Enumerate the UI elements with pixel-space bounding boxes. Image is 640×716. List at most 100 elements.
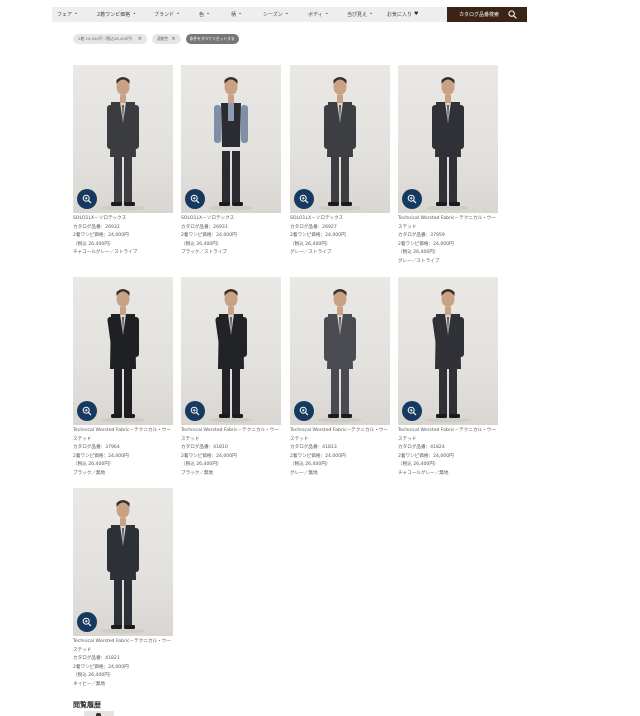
product-color-pattern: グレー／ストライプ bbox=[398, 258, 440, 264]
product-photo[interactable] bbox=[181, 65, 281, 213]
product-photo[interactable] bbox=[398, 65, 498, 213]
product-card[interactable]: Technical Worsted Fabric－テクニカル・ウーステッド カタロ… bbox=[398, 277, 500, 478]
zoom-button[interactable] bbox=[77, 401, 97, 421]
zoom-in-icon bbox=[407, 194, 417, 204]
filter-chip-label: 濃紺色 bbox=[156, 36, 169, 41]
product-photo[interactable] bbox=[398, 277, 498, 425]
product-code: カタログ品番：26932 bbox=[73, 224, 120, 230]
chevron-down-icon: ⌄ bbox=[176, 10, 181, 16]
zoom-button[interactable] bbox=[402, 401, 422, 421]
product-card[interactable]: Technical Worsted Fabric－テクニカル・ウーステッド カタロ… bbox=[290, 277, 392, 478]
product-code: カタログ品番：41810 bbox=[181, 445, 228, 450]
product-code: カタログ品番：26931 bbox=[181, 224, 228, 230]
product-card[interactable]: Technical Worsted Fabric－テクニカル・ウーステッド カタロ… bbox=[181, 277, 283, 478]
filter-chip-color[interactable]: 濃紺色 × bbox=[151, 34, 181, 44]
product-code: カタログ品番：41821 bbox=[73, 656, 120, 661]
nav-item[interactable]: ブランド ⌄ bbox=[154, 7, 199, 22]
zoom-in-icon bbox=[190, 194, 200, 204]
nav-item[interactable]: 当ぴ見え ⌄ bbox=[347, 7, 387, 22]
product-card[interactable]: Technical Worsted Fabric－テクニカル・ウーステッド カタロ… bbox=[73, 488, 175, 689]
zoom-button[interactable] bbox=[77, 612, 97, 632]
zoom-button[interactable] bbox=[294, 401, 314, 421]
product-name[interactable]: Technical Worsted Fabric－テクニカル・ウーステッド bbox=[73, 638, 175, 655]
product-name[interactable]: SOLO1LX－ソロテックス bbox=[73, 215, 175, 224]
chevron-down-icon: ⌄ bbox=[132, 10, 137, 16]
product-price: 2着ワンピ価格：24,000円 bbox=[73, 664, 129, 670]
product-photo[interactable] bbox=[290, 65, 390, 213]
zoom-button[interactable] bbox=[185, 401, 205, 421]
filter-chip-label: 2着 24,000円（税込26,400円） bbox=[78, 36, 135, 41]
product-color-pattern: チャコールグレー／ストライプ bbox=[73, 250, 138, 255]
nav-item-label: 当ぴ見え bbox=[347, 12, 368, 18]
product-photo[interactable] bbox=[73, 488, 173, 636]
product-name[interactable]: Technical Worsted Fabric－テクニカル・ウーステッド bbox=[290, 427, 392, 444]
product-code: カタログ品番：41813 bbox=[290, 445, 337, 450]
nav-item[interactable]: お気に入り ♥ bbox=[387, 7, 419, 22]
product-name[interactable]: Technical Worsted Fabric－テクニカル・ウーステッド bbox=[398, 427, 500, 444]
zoom-button[interactable] bbox=[402, 189, 422, 209]
nav-item-label: 柄 bbox=[231, 12, 237, 18]
product-tax-price: （税込 26,400円） bbox=[290, 241, 331, 247]
zoom-in-icon bbox=[299, 406, 309, 416]
product-price: 2着ワンピ価格：24,000円 bbox=[73, 233, 129, 238]
chevron-down-icon: ⌄ bbox=[284, 10, 289, 16]
search-icon bbox=[508, 10, 517, 19]
nav-item-label: 色 bbox=[199, 12, 205, 18]
product-card[interactable]: Technical Worsted Fabric－テクニカル・ウーステッド カタロ… bbox=[398, 65, 500, 266]
product-photo[interactable] bbox=[73, 277, 173, 425]
nav-item[interactable]: 色 ⌄ bbox=[199, 7, 231, 22]
product-color-pattern: ブラック／無地 bbox=[73, 470, 106, 476]
product-info: SOLO1LX－ソロテックス カタログ品番：26927 2着ワンピ価格：24,000… bbox=[290, 215, 392, 258]
product-info: SOLO1LX－ソロテックス カタログ品番：26931 2着ワンピ価格：24,000… bbox=[181, 215, 283, 258]
product-name[interactable]: Technical Worsted Fabric－テクニカル・ウーステッド bbox=[398, 215, 500, 232]
product-card[interactable]: SOLO1LX－ソロテックス カタログ品番：26931 2着ワンピ価格：24,000… bbox=[181, 65, 283, 258]
product-name[interactable]: SOLO1LX－ソロテックス bbox=[181, 215, 283, 224]
product-name[interactable]: Technical Worsted Fabric－テクニカル・ウーステッド bbox=[73, 427, 175, 444]
catalog-search-button[interactable]: カタログ品番検索 bbox=[447, 7, 527, 22]
nav-item-label: ブランド bbox=[154, 12, 175, 18]
product-info: Technical Worsted Fabric－テクニカル・ウーステッド カタロ… bbox=[181, 427, 283, 478]
product-price: 2着ワンピ価格：24,000円 bbox=[398, 241, 454, 247]
filter-chip-price[interactable]: 2着 24,000円（税込26,400円） × bbox=[73, 34, 147, 44]
category-navbar: フェア ⌄ 2着ワンピ価格 ⌄ ブランド ⌄ 色 ⌄ 柄 ⌄ シーズン ⌄ ボディ ⌄ 当ぴ見え ⌄ お気に入り… bbox=[52, 7, 527, 22]
zoom-in-icon bbox=[407, 406, 417, 416]
product-price: 2着ワンピ価格：24,000円 bbox=[181, 233, 237, 238]
zoom-button[interactable] bbox=[185, 189, 205, 209]
product-photo[interactable] bbox=[73, 65, 173, 213]
zoom-button[interactable] bbox=[77, 189, 97, 209]
product-name[interactable]: SOLO1LX－ソロテックス bbox=[290, 215, 392, 224]
product-color-pattern: チャコールグレー／無地 bbox=[398, 470, 449, 476]
product-card[interactable]: SOLO1LX－ソロテックス カタログ品番：26932 2着ワンピ価格：24,000… bbox=[73, 65, 175, 258]
product-info: Technical Worsted Fabric－テクニカル・ウーステッド カタロ… bbox=[73, 638, 175, 689]
chevron-down-icon: ⌄ bbox=[324, 10, 329, 16]
close-icon[interactable]: × bbox=[171, 36, 175, 42]
heart-icon: ♥ bbox=[414, 11, 419, 17]
product-card[interactable]: SOLO1LX－ソロテックス カタログ品番：26927 2着ワンピ価格：24,000… bbox=[290, 65, 392, 258]
product-tax-price: （税込 26,400円） bbox=[290, 462, 331, 467]
nav-item-label: 2着ワンピ価格 bbox=[97, 12, 131, 18]
nav-item[interactable]: 柄 ⌄ bbox=[231, 7, 263, 22]
nav-item[interactable]: フェア ⌄ bbox=[57, 7, 97, 22]
product-color-pattern: ネイビー／無地 bbox=[73, 681, 106, 687]
nav-item[interactable]: 2着ワンピ価格 ⌄ bbox=[97, 7, 154, 22]
product-photo[interactable] bbox=[181, 277, 281, 425]
close-icon[interactable]: × bbox=[138, 36, 142, 42]
product-name[interactable]: Technical Worsted Fabric－テクニカル・ウーステッド bbox=[181, 427, 283, 444]
product-info: SOLO1LX－ソロテックス カタログ品番：26932 2着ワンピ価格：24,000… bbox=[73, 215, 175, 258]
product-color-pattern: ブラック／無地 bbox=[181, 470, 214, 476]
nav-item[interactable]: シーズン ⌄ bbox=[263, 7, 308, 22]
chevron-down-icon: ⌄ bbox=[74, 10, 79, 16]
nav-item-label: お気に入り bbox=[387, 12, 413, 18]
product-card[interactable]: Technical Worsted Fabric－テクニカル・ウーステッド カタロ… bbox=[73, 277, 175, 478]
reset-filters-button[interactable]: 条件をすべてリセットする bbox=[185, 34, 239, 44]
product-photo[interactable] bbox=[290, 277, 390, 425]
product-code: カタログ品番：41824 bbox=[398, 445, 445, 450]
chevron-down-icon: ⌄ bbox=[206, 10, 211, 16]
nav-item-label: ボディ bbox=[308, 12, 323, 18]
zoom-button[interactable] bbox=[294, 189, 314, 209]
nav-item[interactable]: ボディ ⌄ bbox=[308, 7, 347, 22]
product-tax-price: （税込 26,400円） bbox=[181, 241, 222, 247]
active-filters: 2着 24,000円（税込26,400円） × 濃紺色 × 条件をすべてリセット… bbox=[73, 34, 239, 44]
product-color-pattern: ブラック／ストライプ bbox=[181, 250, 227, 255]
chevron-down-icon: ⌄ bbox=[369, 10, 374, 16]
